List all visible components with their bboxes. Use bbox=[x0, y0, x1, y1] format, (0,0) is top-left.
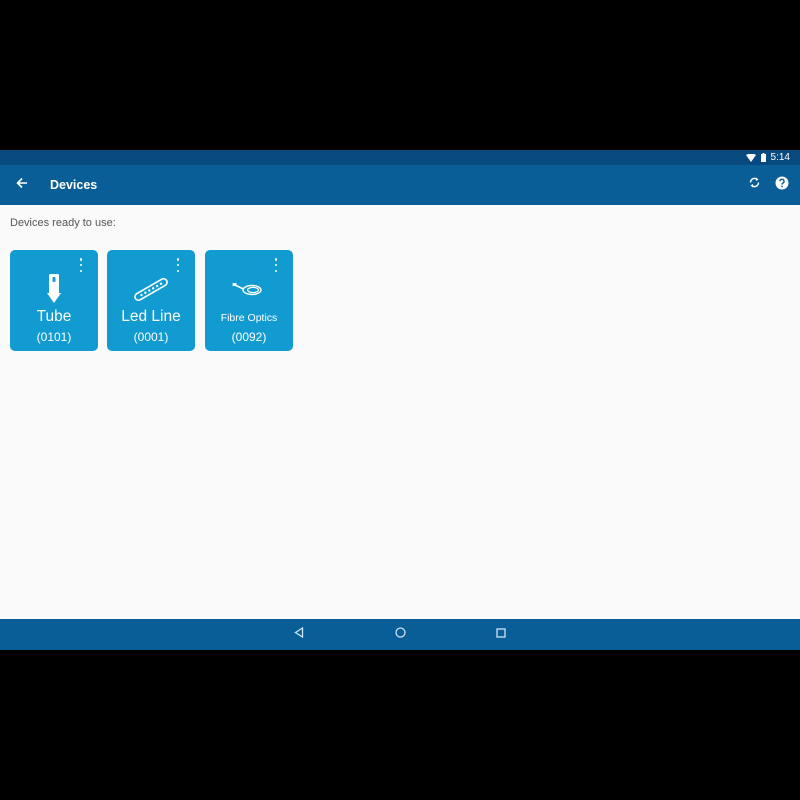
help-button[interactable] bbox=[774, 175, 790, 195]
device-tile-led-line[interactable]: Led Line (0001) bbox=[107, 250, 195, 351]
device-name: Led Line bbox=[121, 308, 181, 325]
app-bar-actions bbox=[746, 175, 790, 195]
tube-icon bbox=[10, 272, 98, 306]
main-content: Devices ready to use: Tube (0101) Led Li… bbox=[0, 205, 800, 619]
device-screen: 5:14 Devices Devices ready to use: Tube … bbox=[0, 150, 800, 650]
battery-icon bbox=[760, 153, 766, 162]
status-icons: 5:14 bbox=[745, 150, 790, 165]
arrow-left-icon bbox=[16, 176, 28, 194]
nav-home-button[interactable] bbox=[393, 627, 407, 641]
navigation-bar bbox=[0, 619, 800, 650]
back-triangle-icon bbox=[294, 625, 304, 643]
overflow-menu-icon[interactable] bbox=[175, 258, 181, 272]
device-name: Tube bbox=[36, 308, 72, 325]
app-bar: Devices bbox=[0, 165, 800, 205]
nav-recents-button[interactable] bbox=[494, 627, 508, 641]
overflow-menu-icon[interactable] bbox=[273, 258, 279, 272]
refresh-button[interactable] bbox=[746, 175, 762, 195]
status-time: 5:14 bbox=[770, 152, 790, 163]
device-tile-fibre-optics[interactable]: Fibre Optics (0092) bbox=[205, 250, 293, 351]
overflow-menu-icon[interactable] bbox=[78, 258, 84, 272]
device-tile-tube[interactable]: Tube (0101) bbox=[10, 250, 98, 351]
home-circle-icon bbox=[394, 625, 406, 643]
back-button[interactable] bbox=[12, 175, 32, 195]
page-title: Devices bbox=[50, 178, 98, 192]
device-name: Fibre Optics bbox=[220, 312, 278, 324]
wifi-icon bbox=[745, 153, 756, 162]
refresh-icon bbox=[748, 176, 761, 194]
help-icon bbox=[775, 176, 789, 195]
led-line-icon bbox=[107, 272, 195, 306]
device-code: (0092) bbox=[231, 330, 267, 344]
device-code: (0001) bbox=[133, 330, 169, 344]
device-code: (0101) bbox=[36, 330, 72, 344]
section-label: Devices ready to use: bbox=[10, 217, 116, 229]
recents-square-icon bbox=[496, 625, 506, 643]
nav-back-button[interactable] bbox=[292, 625, 306, 643]
fibre-optics-icon bbox=[205, 272, 293, 306]
status-bar: 5:14 bbox=[0, 150, 800, 165]
